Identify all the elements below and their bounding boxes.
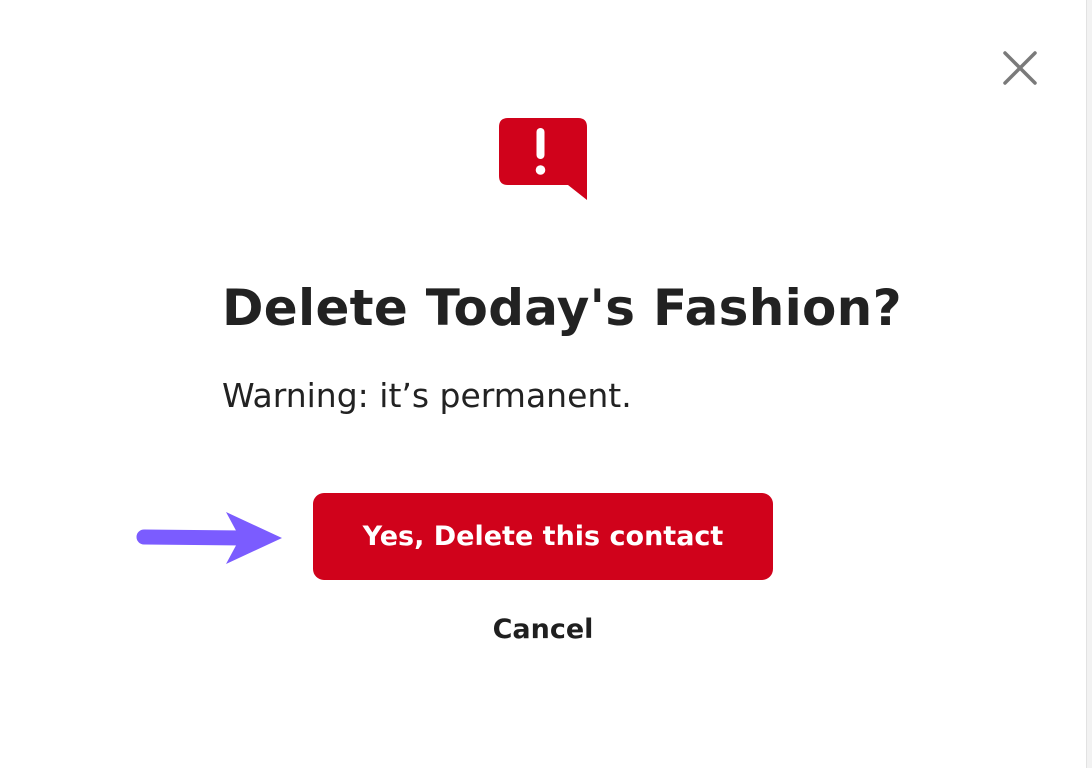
delete-confirmation-dialog: Delete Today's Fashion? Warning: it’s pe…: [0, 0, 1087, 768]
arrow-right-icon: [136, 508, 286, 566]
dialog-title: Delete Today's Fashion?: [222, 279, 902, 337]
confirm-delete-button[interactable]: Yes, Delete this contact: [313, 493, 773, 580]
close-button[interactable]: [998, 46, 1042, 90]
close-icon: [1003, 51, 1037, 85]
alert-speech-bubble-icon: [498, 117, 588, 203]
cancel-button[interactable]: Cancel: [443, 606, 643, 652]
window-edge: [1087, 0, 1092, 768]
warning-text: Warning: it’s permanent.: [222, 376, 632, 415]
